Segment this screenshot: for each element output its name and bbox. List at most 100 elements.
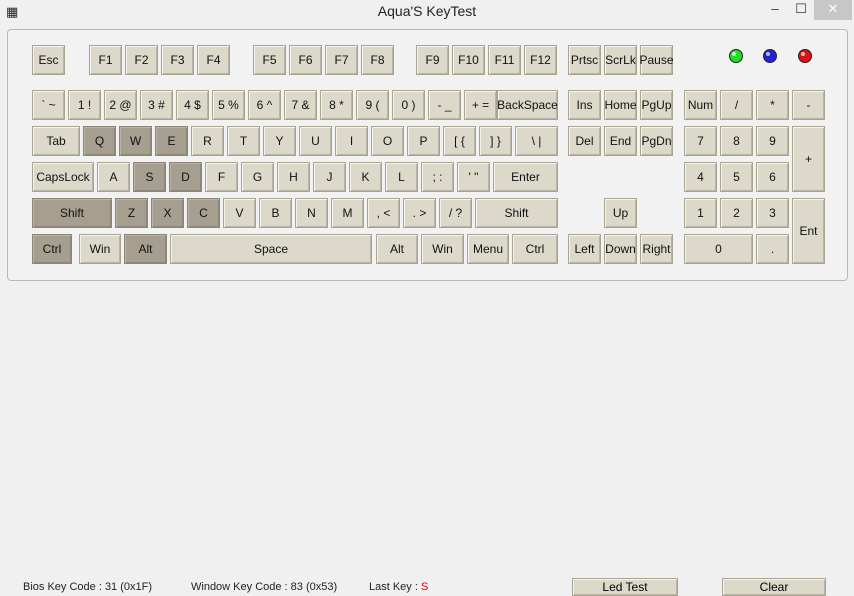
- key-space[interactable]: Space: [170, 234, 372, 264]
- key-pgup[interactable]: PgUp: [640, 90, 673, 120]
- key-f8[interactable]: F8: [361, 45, 394, 75]
- key-num3[interactable]: 3: [756, 198, 789, 228]
- key-capslock[interactable]: CapsLock: [32, 162, 94, 192]
- key-enter[interactable]: Enter: [493, 162, 558, 192]
- key-x[interactable]: X: [151, 198, 184, 228]
- close-icon[interactable]: ✕: [814, 0, 852, 20]
- key-nummul[interactable]: *: [756, 90, 789, 120]
- key-g[interactable]: G: [241, 162, 274, 192]
- key-del[interactable]: Del: [568, 126, 601, 156]
- key-lbracket[interactable]: [ {: [443, 126, 476, 156]
- key-lctrl[interactable]: Ctrl: [32, 234, 72, 264]
- key-semicolon[interactable]: ; :: [421, 162, 454, 192]
- key-num8[interactable]: 8: [720, 126, 753, 156]
- key-num9[interactable]: 9: [756, 126, 789, 156]
- key-down[interactable]: Down: [604, 234, 637, 264]
- key-ins[interactable]: Ins: [568, 90, 601, 120]
- key-f10[interactable]: F10: [452, 45, 485, 75]
- key-up[interactable]: Up: [604, 198, 637, 228]
- key-num0[interactable]: 0: [684, 234, 753, 264]
- key-slash[interactable]: / ?: [439, 198, 472, 228]
- key-end[interactable]: End: [604, 126, 637, 156]
- key-rbracket[interactable]: ] }: [479, 126, 512, 156]
- key-num2[interactable]: 2: [720, 198, 753, 228]
- key-rwin[interactable]: Win: [421, 234, 464, 264]
- key-k[interactable]: K: [349, 162, 382, 192]
- key-f[interactable]: F: [205, 162, 238, 192]
- key-f11[interactable]: F11: [488, 45, 521, 75]
- key-3[interactable]: 3 #: [140, 90, 173, 120]
- key-t[interactable]: T: [227, 126, 260, 156]
- key-0[interactable]: 0 ): [392, 90, 425, 120]
- key-backslash[interactable]: \ |: [515, 126, 558, 156]
- key-numdot[interactable]: .: [756, 234, 789, 264]
- key-9[interactable]: 9 (: [356, 90, 389, 120]
- key-num4[interactable]: 4: [684, 162, 717, 192]
- key-f6[interactable]: F6: [289, 45, 322, 75]
- key-a[interactable]: A: [97, 162, 130, 192]
- key-1[interactable]: 1 !: [68, 90, 101, 120]
- clear-button[interactable]: Clear: [722, 578, 826, 596]
- key-w[interactable]: W: [119, 126, 152, 156]
- key-scrlk[interactable]: ScrLk: [604, 45, 637, 75]
- key-f5[interactable]: F5: [253, 45, 286, 75]
- key-lalt[interactable]: Alt: [124, 234, 167, 264]
- minimize-icon[interactable]: –: [762, 0, 788, 20]
- key-home[interactable]: Home: [604, 90, 637, 120]
- key-numdiv[interactable]: /: [720, 90, 753, 120]
- key-f2[interactable]: F2: [125, 45, 158, 75]
- key-f9[interactable]: F9: [416, 45, 449, 75]
- key-i[interactable]: I: [335, 126, 368, 156]
- key-8[interactable]: 8 *: [320, 90, 353, 120]
- key-backspace[interactable]: BackSpace: [497, 90, 558, 120]
- key-v[interactable]: V: [223, 198, 256, 228]
- key-menu[interactable]: Menu: [467, 234, 509, 264]
- key-p[interactable]: P: [407, 126, 440, 156]
- key-4[interactable]: 4 $: [176, 90, 209, 120]
- key-e[interactable]: E: [155, 126, 188, 156]
- key-equal[interactable]: + =: [464, 90, 497, 120]
- key-lshift[interactable]: Shift: [32, 198, 112, 228]
- key-u[interactable]: U: [299, 126, 332, 156]
- key-c[interactable]: C: [187, 198, 220, 228]
- key-7[interactable]: 7 &: [284, 90, 317, 120]
- key-num7[interactable]: 7: [684, 126, 717, 156]
- key-m[interactable]: M: [331, 198, 364, 228]
- key-comma[interactable]: , <: [367, 198, 400, 228]
- key-d[interactable]: D: [169, 162, 202, 192]
- key-lwin[interactable]: Win: [79, 234, 121, 264]
- key-rshift[interactable]: Shift: [475, 198, 558, 228]
- key-j[interactable]: J: [313, 162, 346, 192]
- key-n[interactable]: N: [295, 198, 328, 228]
- maximize-icon[interactable]: ☐: [788, 0, 814, 20]
- key-num5[interactable]: 5: [720, 162, 753, 192]
- key-period[interactable]: . >: [403, 198, 436, 228]
- key-r[interactable]: R: [191, 126, 224, 156]
- key-s[interactable]: S: [133, 162, 166, 192]
- key-2[interactable]: 2 @: [104, 90, 137, 120]
- key-o[interactable]: O: [371, 126, 404, 156]
- key-b[interactable]: B: [259, 198, 292, 228]
- key-backtick[interactable]: ` ~: [32, 90, 65, 120]
- key-prtsc[interactable]: Prtsc: [568, 45, 601, 75]
- key-q[interactable]: Q: [83, 126, 116, 156]
- key-pgdn[interactable]: PgDn: [640, 126, 673, 156]
- key-f12[interactable]: F12: [524, 45, 557, 75]
- key-num6[interactable]: 6: [756, 162, 789, 192]
- key-f4[interactable]: F4: [197, 45, 230, 75]
- key-numenter[interactable]: Ent: [792, 198, 825, 264]
- key-minus[interactable]: - _: [428, 90, 461, 120]
- key-numadd[interactable]: +: [792, 126, 825, 192]
- key-tab[interactable]: Tab: [32, 126, 80, 156]
- key-5[interactable]: 5 %: [212, 90, 245, 120]
- key-f1[interactable]: F1: [89, 45, 122, 75]
- key-6[interactable]: 6 ^: [248, 90, 281, 120]
- key-numsub[interactable]: -: [792, 90, 825, 120]
- key-num1[interactable]: 1: [684, 198, 717, 228]
- key-z[interactable]: Z: [115, 198, 148, 228]
- key-ralt[interactable]: Alt: [376, 234, 418, 264]
- key-esc[interactable]: Esc: [32, 45, 65, 75]
- key-f7[interactable]: F7: [325, 45, 358, 75]
- key-numlock[interactable]: Num: [684, 90, 717, 120]
- key-left[interactable]: Left: [568, 234, 601, 264]
